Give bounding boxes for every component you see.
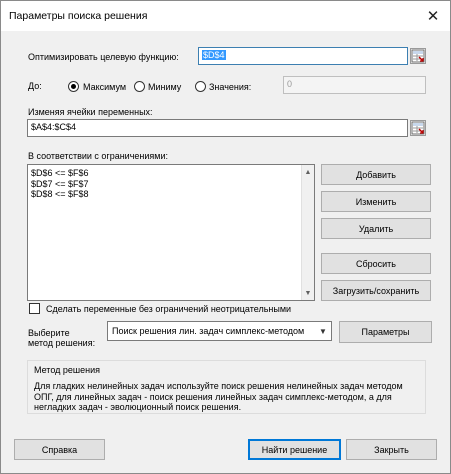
close-button[interactable]: Закрыть (346, 439, 437, 460)
radio-min[interactable] (134, 81, 145, 92)
constraints-list[interactable]: $D$6 <= $F$6 $D$7 <= $F$7 $D$8 <= $F$8 ▲… (27, 164, 315, 301)
constraint-item[interactable]: $D$8 <= $F$8 (31, 189, 89, 200)
scroll-down-icon[interactable]: ▼ (302, 287, 314, 299)
close-icon[interactable]: ✕ (422, 6, 444, 26)
help-button[interactable]: Справка (14, 439, 105, 460)
radio-max-label: Максимум (83, 82, 127, 92)
options-button[interactable]: Параметры (339, 321, 432, 343)
radio-max[interactable] (68, 81, 79, 92)
variables-value: $A$4:$C$4 (31, 122, 77, 132)
method-label-line1: Выберите (28, 328, 70, 338)
variables-input[interactable]: $A$4:$C$4 (27, 119, 408, 137)
method-group-title: Метод решения (34, 365, 100, 375)
add-button[interactable]: Добавить (321, 164, 431, 185)
objective-value: $D$4 (202, 50, 226, 60)
load-save-button[interactable]: Загрузить/сохранить (321, 280, 431, 301)
method-select[interactable]: Поиск решения лин. задач симплекс-методо… (107, 321, 332, 341)
scroll-up-icon[interactable]: ▲ (302, 166, 314, 178)
radio-min-label: Миниму (148, 82, 182, 92)
radio-value[interactable] (195, 81, 206, 92)
nonnegative-checkbox[interactable] (29, 303, 40, 314)
constraint-item[interactable]: $D$7 <= $F$7 (31, 179, 89, 190)
title-bar: Параметры поиска решения ✕ (1, 1, 450, 31)
objective-input[interactable]: $D$4 (198, 47, 408, 65)
value-input[interactable]: 0 (283, 76, 426, 94)
constraints-label: В соответствии с ограничениями: (28, 151, 168, 161)
variables-range-selector-icon[interactable] (410, 120, 426, 136)
chevron-down-icon[interactable]: ▼ (315, 322, 331, 340)
reset-button[interactable]: Сбросить (321, 253, 431, 274)
delete-button[interactable]: Удалить (321, 218, 431, 239)
solver-dialog: Параметры поиска решения ✕ Оптимизироват… (0, 0, 451, 474)
method-description-group: Метод решения Для гладких нелинейных зад… (27, 360, 426, 414)
window-title: Параметры поиска решения (9, 10, 148, 22)
radio-value-label: Значения: (209, 82, 252, 92)
method-group-description: Для гладких нелинейных задач используйте… (34, 381, 403, 412)
value-input-text: 0 (287, 79, 293, 89)
objective-label: Оптимизировать целевую функцию: (28, 52, 179, 62)
constraints-scrollbar[interactable]: ▲ ▼ (301, 165, 314, 300)
objective-range-selector-icon[interactable] (410, 48, 426, 64)
solve-button[interactable]: Найти решение (248, 439, 341, 460)
to-label: До: (28, 81, 42, 91)
nonnegative-label: Сделать переменные без ограничений неотр… (46, 304, 292, 314)
method-selected: Поиск решения лин. задач симплекс-методо… (112, 326, 305, 336)
variables-label: Изменяя ячейки переменных: (28, 107, 153, 117)
change-button[interactable]: Изменить (321, 191, 431, 212)
constraint-item[interactable]: $D$6 <= $F$6 (31, 168, 89, 179)
method-label-line2: метод решения: (28, 338, 96, 348)
